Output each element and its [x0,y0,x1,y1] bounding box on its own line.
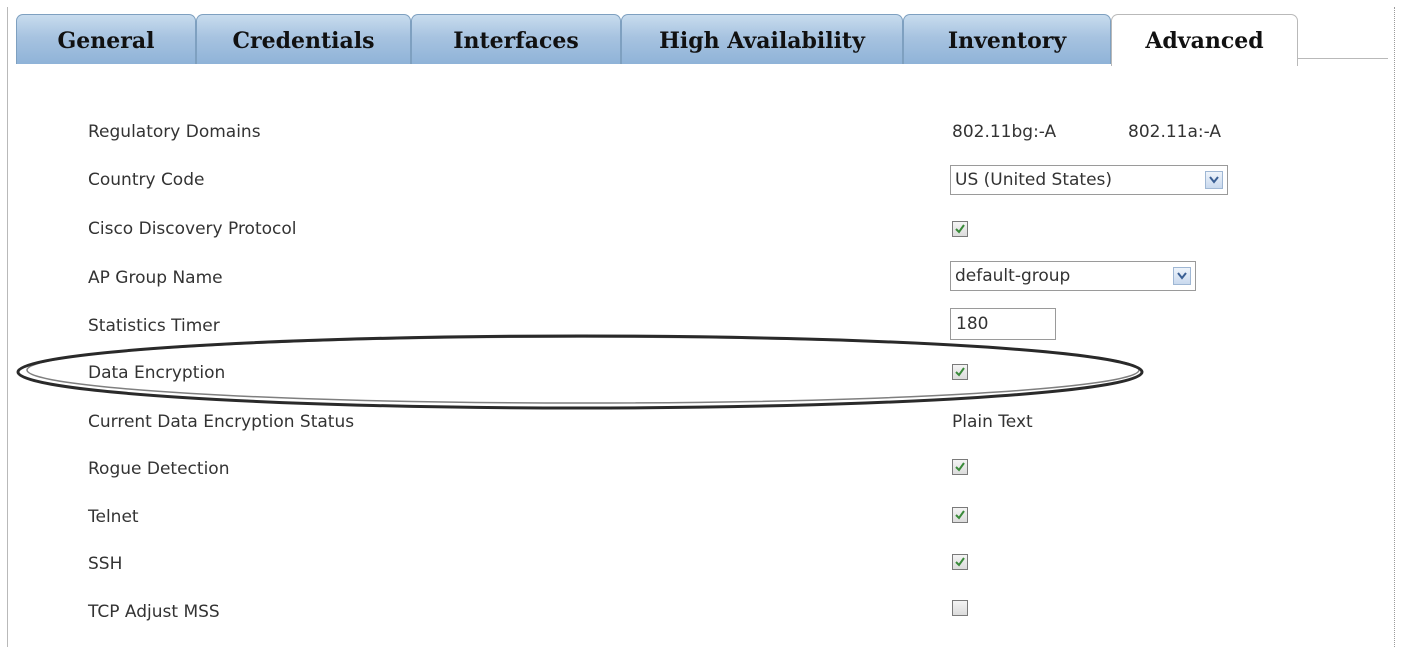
checkmark-icon [955,557,965,567]
data-encryption-checkbox[interactable] [952,364,968,380]
chevron-down-icon[interactable] [1205,171,1223,189]
cdp-label: Cisco Discovery Protocol [88,219,297,239]
advanced-settings-form: Regulatory Domains 802.11bg:-A 802.11a:-… [0,0,1404,647]
tab-advanced[interactable]: Advanced [1111,14,1298,66]
rogue-detection-checkbox[interactable] [952,459,968,475]
checkmark-icon [955,510,965,520]
ssh-label: SSH [88,554,123,574]
checkmark-icon [955,224,965,234]
ssh-checkbox[interactable] [952,554,968,570]
data-encryption-label: Data Encryption [88,363,226,383]
ap-group-select[interactable]: default-group [950,261,1196,291]
checkmark-icon [955,462,965,472]
regulatory-domains-label: Regulatory Domains [88,122,261,142]
statistics-timer-input[interactable]: 180 [950,308,1056,340]
chevron-down-icon[interactable] [1173,267,1191,285]
encryption-status-value: Plain Text [952,412,1033,432]
country-code-select[interactable]: US (United States) [950,165,1228,195]
regulatory-domain-bg-value: 802.11bg:-A [952,122,1057,142]
checkmark-icon [955,367,965,377]
statistics-timer-label: Statistics Timer [88,316,220,336]
tcp-adjust-mss-checkbox[interactable] [952,600,968,616]
telnet-label: Telnet [88,507,139,527]
rogue-detection-label: Rogue Detection [88,459,230,479]
regulatory-domain-a-value: 802.11a:-A [1128,122,1222,142]
country-code-value: US (United States) [955,170,1113,190]
tcp-adjust-mss-label: TCP Adjust MSS [88,602,220,622]
telnet-checkbox[interactable] [952,507,968,523]
ap-group-value: default-group [955,266,1071,286]
cdp-checkbox[interactable] [952,221,968,237]
encryption-status-label: Current Data Encryption Status [88,412,355,432]
country-code-label: Country Code [88,170,205,190]
ap-group-name-label: AP Group Name [88,268,223,288]
